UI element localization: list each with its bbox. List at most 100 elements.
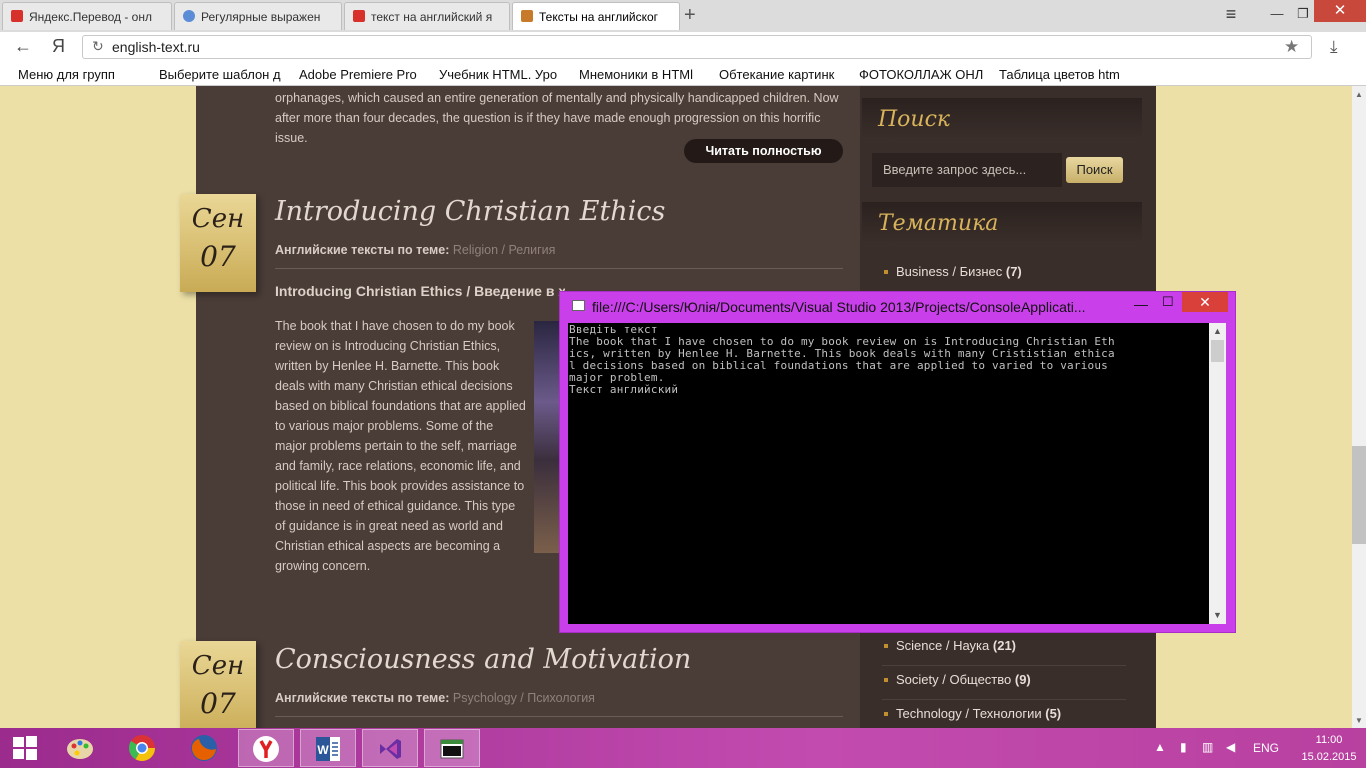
category-item[interactable]: Business / Бизнес (7) <box>882 258 1126 292</box>
bullet-icon <box>884 678 888 682</box>
search-input[interactable]: Введите запрос здесь... <box>872 153 1062 187</box>
word-app-button[interactable]: W <box>300 729 356 767</box>
category-name[interactable]: Science / Наука <box>896 638 989 653</box>
console-window-icon <box>440 739 464 759</box>
post-meta: Английские тексты по теме: Religion / Ре… <box>275 243 555 257</box>
bookmark-item[interactable]: Выберите шаблон д <box>159 67 287 82</box>
language-indicator[interactable]: ENG <box>1253 741 1279 755</box>
bullet-icon <box>884 644 888 648</box>
post-month: Сен <box>191 651 245 681</box>
tab-yandex-search[interactable]: текст на английский я <box>344 2 510 30</box>
bookmark-item[interactable]: Таблица цветов htm <box>999 67 1125 82</box>
browser-menu-icon[interactable]: ≡ <box>1214 2 1248 26</box>
firefox-app-button[interactable] <box>176 729 232 767</box>
reload-icon[interactable]: ↻ <box>92 38 104 55</box>
meta-category-link[interactable]: Religion / Религия <box>453 243 556 257</box>
divider <box>275 268 843 269</box>
category-name[interactable]: Technology / Технологии <box>896 706 1042 721</box>
bullet-icon <box>884 712 888 716</box>
search-heading: Поиск <box>862 98 1142 142</box>
tab-label: Регулярные выражен <box>201 10 321 24</box>
clock-date[interactable]: 15.02.2015 <box>1293 751 1365 763</box>
scroll-up-icon[interactable]: ▲ <box>1352 90 1366 99</box>
console-app-icon <box>572 300 585 311</box>
post-month: Сен <box>191 204 245 234</box>
svg-text:W: W <box>317 743 329 757</box>
yandex-favicon-icon <box>11 10 23 22</box>
category-count: (9) <box>1014 672 1031 687</box>
scroll-up-icon[interactable]: ▲ <box>1209 326 1226 336</box>
yandex-browser-app-button[interactable] <box>238 729 294 767</box>
search-button[interactable]: Поиск <box>1066 157 1123 183</box>
post-date-badge: Сен 07 <box>180 194 256 292</box>
clock-time[interactable]: 11:00 <box>1306 734 1352 746</box>
firefox-logo-icon <box>191 735 217 761</box>
tab-label: Яндекс.Перевод - онл <box>29 10 152 24</box>
post-day: 07 <box>200 687 236 720</box>
post-day: 07 <box>200 240 236 273</box>
word-doc-icon: W <box>316 737 340 761</box>
new-tab-button[interactable]: + <box>684 4 696 27</box>
page-scrollbar[interactable] <box>1352 86 1366 728</box>
console-scrollbar[interactable] <box>1209 323 1226 624</box>
url-field[interactable] <box>82 35 1312 59</box>
topics-heading: Тематика <box>862 202 1142 246</box>
category-item[interactable]: Society / Общество (9) <box>882 666 1126 700</box>
bookmark-item[interactable]: Учебник HTML. Уро <box>439 67 565 82</box>
console-minimize-button[interactable]: — <box>1134 296 1148 312</box>
console-app-button[interactable] <box>424 729 480 767</box>
windows-logo-icon <box>13 736 37 760</box>
back-arrow-icon[interactable]: ← <box>14 36 32 57</box>
category-name[interactable]: Society / Общество <box>896 672 1011 687</box>
url-text[interactable]: english-text.ru <box>112 39 200 55</box>
bullet-icon <box>884 270 888 274</box>
category-count: (5) <box>1045 706 1062 721</box>
read-more-button[interactable]: Читать полностью <box>684 139 843 163</box>
paint-palette-icon <box>67 739 93 759</box>
visual-studio-icon <box>380 739 401 759</box>
bookmark-star-icon[interactable]: ★ <box>1284 37 1299 57</box>
yandex-browser-icon <box>253 736 279 762</box>
console-maximize-button[interactable]: ☐ <box>1162 294 1174 310</box>
console-line: l decisions based on biblical foundation… <box>569 359 1108 372</box>
show-hidden-icons-icon[interactable]: ▲ <box>1154 740 1166 754</box>
category-count: (7) <box>1005 264 1022 279</box>
tab-regex[interactable]: Регулярные выражен <box>174 2 342 30</box>
tab-label: Тексты на английског <box>539 10 659 24</box>
bookmark-item[interactable]: Меню для групп <box>18 67 148 82</box>
scroll-down-icon[interactable]: ▼ <box>1352 716 1366 725</box>
tab-label: текст на английский я <box>371 10 493 24</box>
console-line: Текст английский <box>569 383 679 396</box>
windows-start-button[interactable] <box>0 729 50 767</box>
scroll-down-icon[interactable]: ▼ <box>1209 610 1226 620</box>
visual-studio-app-button[interactable] <box>362 729 418 767</box>
tab-yandex-translate[interactable]: Яндекс.Перевод - онл <box>2 2 172 30</box>
console-close-button[interactable]: ✕ <box>1182 292 1228 312</box>
battery-icon[interactable]: ▮ <box>1180 740 1187 754</box>
regex-favicon-icon <box>183 10 195 22</box>
download-icon[interactable]: ⤓ <box>1330 37 1338 57</box>
yandex-favicon-icon <box>353 10 365 22</box>
meta-label: Английские тексты по теме: <box>275 243 450 257</box>
close-window-button[interactable]: ✕ <box>1314 0 1366 22</box>
network-icon[interactable]: ▥ <box>1202 740 1213 754</box>
page-scrollbar-thumb[interactable] <box>1352 446 1366 544</box>
yandex-logo-icon[interactable]: Я <box>52 36 65 57</box>
category-count: (21) <box>992 638 1017 653</box>
chrome-app-button[interactable] <box>114 729 170 767</box>
post-title[interactable]: Consciousness and Motivation <box>275 644 691 675</box>
tab-english-texts[interactable]: Тексты на английског <box>512 2 680 30</box>
post-subheading: Introducing Christian Ethics / Введение … <box>275 283 565 299</box>
paint-app-button[interactable] <box>52 729 108 767</box>
volume-icon[interactable]: ◀ <box>1226 740 1235 754</box>
bookmark-item[interactable]: Обтекание картинк <box>719 67 845 82</box>
bookmark-item[interactable]: Adobe Premiere Pro <box>299 67 425 82</box>
meta-category-link[interactable]: Psychology / Психология <box>453 691 595 705</box>
console-title: file:///C:/Users/Юлія/Documents/Visual S… <box>592 299 1086 315</box>
post-title[interactable]: Introducing Christian Ethics <box>275 196 665 227</box>
bookmark-item[interactable]: Мнемоники в HTMl <box>579 67 705 82</box>
category-item[interactable]: Science / Наука (21) <box>882 632 1126 666</box>
category-name[interactable]: Business / Бизнес <box>896 264 1002 279</box>
bookmark-item[interactable]: ФОТОКОЛЛАЖ ОНЛ <box>859 67 987 82</box>
console-scrollbar-thumb[interactable] <box>1211 340 1224 362</box>
